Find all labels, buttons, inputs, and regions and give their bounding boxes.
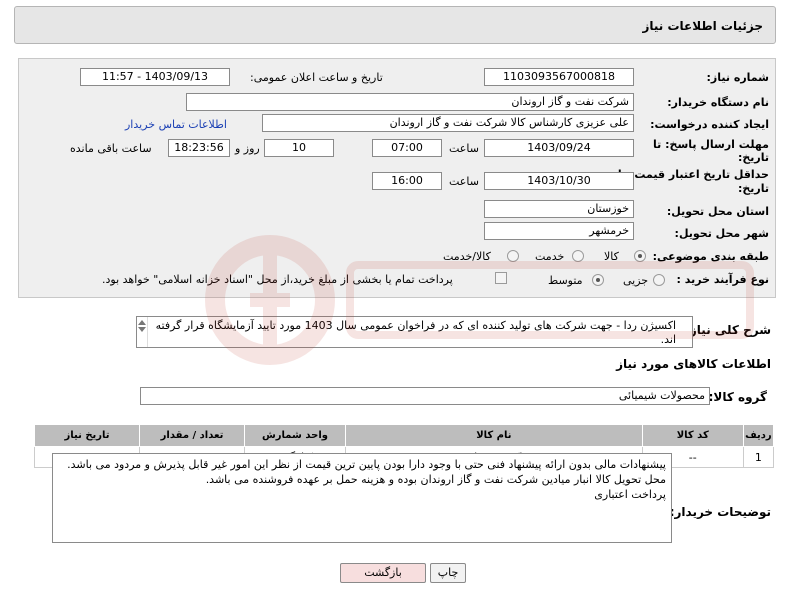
- reply-deadline-label-2: تاریخ:: [737, 151, 769, 164]
- goods-section-title: اطلاعات کالاهای مورد نیاز: [616, 357, 771, 371]
- reply-date-field[interactable]: 1403/09/24: [484, 139, 634, 157]
- creator-field[interactable]: علی عزیزی کارشناس کالا شرکت نفت و گاز ار…: [262, 114, 634, 132]
- buyer-note-line-1: پیشنهادات مالی بدون ارائه پیشنهاد فنی حت…: [67, 458, 666, 471]
- reply-deadline-label: مهلت ارسال پاسخ: تا: [653, 138, 769, 151]
- description-text: اکسیژن ردا - جهت شرکت های تولید کننده ای…: [155, 319, 676, 346]
- buyer-note-line-3: پرداخت اعتباری: [594, 488, 666, 501]
- buyer-notes-label: توضیحات خریدار:: [669, 505, 771, 519]
- category-radio-goods-service[interactable]: [507, 250, 519, 262]
- back-button[interactable]: بازگشت: [340, 563, 426, 583]
- buyer-notes-box[interactable]: پیشنهادات مالی بدون ارائه پیشنهاد فنی حت…: [52, 453, 672, 543]
- validity-date-field[interactable]: 1403/10/30: [484, 172, 634, 190]
- need-number-field[interactable]: 1103093567000818: [484, 68, 634, 86]
- category-label: طبقه بندی موضوعی:: [652, 250, 769, 263]
- print-button[interactable]: چاپ: [430, 563, 466, 583]
- col-need-date: تاریخ نیاز: [33, 424, 141, 447]
- page-title: جزئیات اطلاعات نیاز: [642, 19, 763, 33]
- goods-table-header: ردیف کد کالا نام کالا واحد شمارش تعداد /…: [33, 424, 775, 447]
- goods-group-label: گروه کالا:: [708, 390, 767, 404]
- buyer-org-label: نام دستگاه خریدار:: [667, 96, 769, 109]
- category-radio-service[interactable]: [572, 250, 584, 262]
- treasury-checkbox[interactable]: [495, 272, 507, 284]
- city-label: شهر محل تحویل:: [674, 227, 769, 240]
- page-header: جزئیات اطلاعات نیاز: [14, 6, 776, 44]
- category-radio-goods[interactable]: [634, 250, 646, 262]
- category-option-goods-service: کالا/خدمت: [443, 250, 491, 263]
- process-label: نوع فرآیند خرید :: [676, 273, 769, 286]
- buyer-org-field[interactable]: شرکت نفت و گاز اروندان: [186, 93, 634, 111]
- days-label: روز و: [235, 142, 260, 155]
- announce-field[interactable]: 1403/09/13 - 11:57: [80, 68, 230, 86]
- contact-buyer-link[interactable]: اطلاعات تماس خریدار: [125, 118, 227, 131]
- validity-time-label: ساعت: [449, 175, 479, 188]
- col-quantity: تعداد / مقدار: [139, 424, 246, 447]
- reply-time-label: ساعت: [449, 142, 479, 155]
- process-option-medium: متوسط: [548, 274, 583, 287]
- cell-row: 1: [742, 446, 775, 468]
- category-option-goods: کالا: [604, 250, 619, 263]
- price-validity-label-2: تاریخ:: [737, 182, 769, 195]
- reply-time-field[interactable]: 07:00: [372, 139, 442, 157]
- remaining-time-field[interactable]: 18:23:56: [168, 139, 230, 157]
- price-validity-label: حداقل تاریخ اعتبار قیمت: تا: [617, 168, 769, 181]
- treasury-note: پرداخت تمام یا بخشی از مبلغ خرید،از محل …: [102, 273, 453, 286]
- buyer-note-line-2: محل تحویل کالا انبار میادین شرکت نفت و گ…: [205, 473, 666, 486]
- announce-label: تاریخ و ساعت اعلان عمومی:: [250, 71, 383, 84]
- validity-time-field[interactable]: 16:00: [372, 172, 442, 190]
- category-option-service: خدمت: [535, 250, 565, 263]
- process-radio-medium[interactable]: [592, 274, 604, 286]
- province-label: استان محل تحویل:: [666, 205, 769, 218]
- goods-group-field[interactable]: محصولات شیمیائی: [140, 387, 710, 405]
- col-code: کد کالا: [641, 424, 744, 447]
- description-textarea[interactable]: اکسیژن ردا - جهت شرکت های تولید کننده ای…: [136, 316, 693, 348]
- description-label: شرح کلی نیاز:: [685, 323, 771, 337]
- scroll-down-icon[interactable]: [138, 327, 146, 332]
- scroll-up-icon[interactable]: [138, 320, 146, 325]
- process-option-minor: جزیی: [623, 274, 649, 287]
- days-field[interactable]: 10: [264, 139, 334, 157]
- process-radio-minor[interactable]: [653, 274, 665, 286]
- col-name: نام کالا: [344, 424, 643, 447]
- province-field[interactable]: خوزستان: [484, 200, 634, 218]
- need-number-label: شماره نیاز:: [706, 71, 769, 84]
- col-unit: واحد شمارش: [244, 424, 346, 447]
- col-row: ردیف: [742, 424, 775, 447]
- city-field[interactable]: خرمشهر: [484, 222, 634, 240]
- remaining-label: ساعت باقی مانده: [70, 142, 152, 155]
- creator-label: ایجاد کننده درخواست:: [650, 118, 769, 131]
- description-scrollbar[interactable]: [136, 317, 148, 347]
